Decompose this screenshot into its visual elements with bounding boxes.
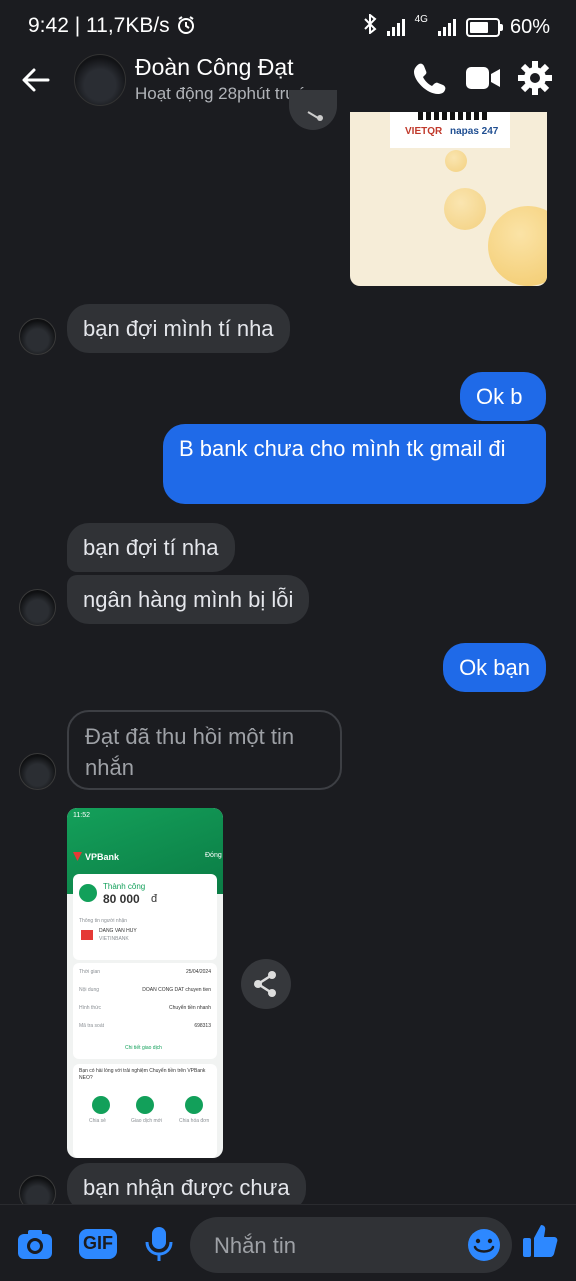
cell-signal-icon	[437, 18, 456, 36]
contact-name[interactable]: Đoàn Công Đạt	[135, 54, 294, 81]
share-icon[interactable]	[289, 90, 337, 130]
phone-icon[interactable]	[410, 58, 450, 98]
gear-icon[interactable]	[515, 58, 555, 98]
message-incoming[interactable]: ngân hàng mình bị lỗi	[67, 575, 310, 624]
sender-avatar[interactable]	[19, 753, 56, 790]
message-composer: GIF	[0, 1204, 576, 1281]
check-icon	[79, 884, 97, 902]
back-arrow-icon[interactable]	[18, 62, 54, 98]
sender-avatar[interactable]	[19, 318, 56, 355]
alarm-icon	[176, 14, 196, 37]
vietqr-logo: VIETQR	[405, 126, 443, 137]
thumbs-up-icon[interactable]	[521, 1221, 561, 1259]
gif-icon[interactable]: GIF	[78, 1225, 118, 1263]
contact-avatar[interactable]	[74, 54, 126, 106]
status-time: 9:42	[28, 14, 69, 37]
receipt-close: Đóng	[205, 852, 222, 859]
share-icon[interactable]	[241, 959, 291, 1009]
message-outgoing[interactable]: Ok b	[460, 372, 546, 421]
message-recalled: Đạt đã thu hồi một tin nhắn	[67, 710, 342, 790]
bluetooth-icon	[363, 12, 377, 40]
vpbank-logo: VPBank	[85, 852, 120, 862]
video-camera-icon[interactable]	[463, 58, 503, 98]
microphone-icon[interactable]	[140, 1225, 178, 1263]
message-input[interactable]	[212, 1217, 456, 1275]
receipt-image-attachment[interactable]: 11:52 VPBank Đóng Thành công 80 000 đ Th…	[67, 808, 223, 1158]
status-speed: 11,7KB/s	[86, 14, 170, 37]
qr-image-attachment[interactable]: VIETQR napas 247	[350, 112, 547, 286]
chat-header: Đoàn Công Đạt Hoạt động 28phút trước	[0, 52, 576, 112]
battery-icon	[465, 17, 503, 37]
message-input-container	[190, 1217, 512, 1275]
message-incoming[interactable]: bạn đợi tí nha	[67, 523, 235, 572]
camera-icon[interactable]	[16, 1225, 54, 1263]
message-outgoing[interactable]: B bank chưa cho mình tk gmail đi	[163, 424, 546, 504]
message-incoming[interactable]: bạn đợi mình tí nha	[67, 304, 290, 353]
network-type: 4G	[414, 13, 428, 25]
message-outgoing[interactable]: Ok bạn	[443, 643, 546, 692]
battery-level: 60%	[509, 15, 550, 38]
wifi-signal-icon	[386, 18, 405, 36]
status-bar: 9:42 | 11,7KB/s 4G 60%	[0, 0, 576, 52]
napas-logo: napas 247	[450, 126, 499, 137]
sender-avatar[interactable]	[19, 589, 56, 626]
emoji-icon[interactable]	[466, 1227, 502, 1263]
